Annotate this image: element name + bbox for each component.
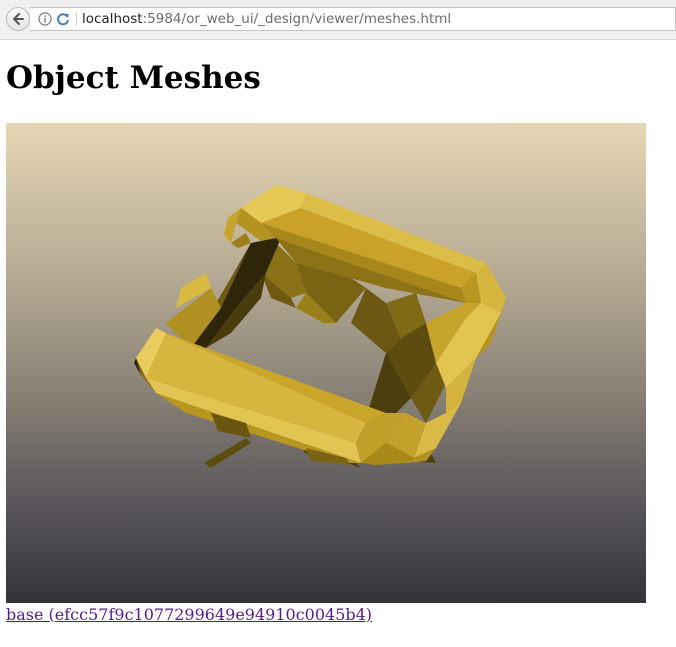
back-arrow-icon — [13, 13, 24, 25]
info-icon[interactable] — [38, 12, 52, 26]
url-text[interactable]: localhost:5984/or_web_ui/_design/viewer/… — [82, 11, 451, 27]
reload-icon[interactable] — [56, 12, 70, 26]
url-host: localhost — [82, 11, 143, 27]
page-title: Object Meshes — [6, 60, 261, 96]
back-button[interactable] — [6, 7, 30, 31]
mesh-viewer-canvas[interactable] — [6, 123, 646, 603]
url-bar[interactable]: localhost:5984/or_web_ui/_design/viewer/… — [30, 7, 676, 31]
mesh-link-base[interactable]: base (efcc57f9c1077299649e94910c0045b4) — [6, 605, 372, 624]
mesh-render — [134, 185, 506, 468]
browser-toolbar: localhost:5984/or_web_ui/_design/viewer/… — [0, 0, 676, 40]
mesh-object — [134, 185, 506, 468]
url-separator — [76, 12, 77, 26]
url-path: :5984/or_web_ui/_design/viewer/meshes.ht… — [142, 11, 452, 27]
